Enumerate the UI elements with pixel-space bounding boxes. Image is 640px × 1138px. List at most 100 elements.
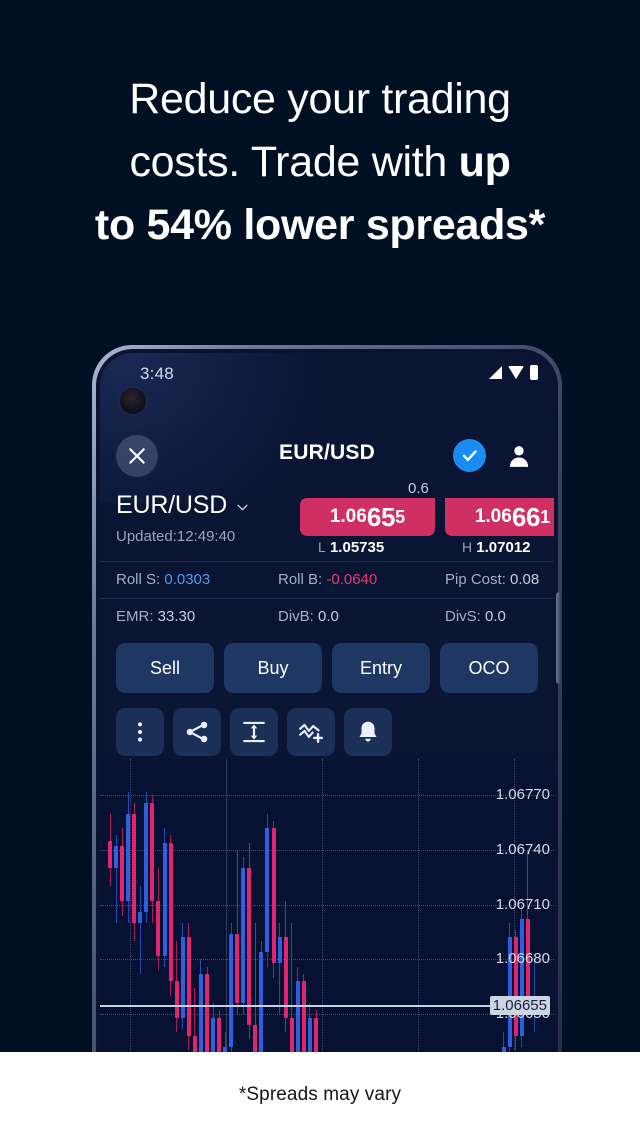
info-cell-divs-value: 0.0 [485,608,506,625]
headline-line-2: costs. Trade with up [0,131,640,194]
signal-icon [489,366,502,379]
instrument-info-rows: Roll S: 0.0303 Roll B: -0.0640 Pip Cost:… [100,561,554,635]
bid-big: 65 [366,501,396,532]
candle-body [174,981,179,1018]
info-cell-emr-value: 33.30 [157,608,196,625]
info-cell-roll-b-value: -0.0640 [326,571,378,588]
chart-axis-label: 1.06770 [495,786,550,804]
info-cell-divs: DivS: 0.0 [445,608,506,625]
info-cell-pip-cost: Pip Cost: 0.08 [445,571,539,588]
candle-wick [139,886,141,974]
chevron-down-icon [237,504,248,511]
candle-body [241,868,246,1003]
headline-line-1: Reduce your trading [0,68,640,131]
phone-side-button[interactable] [556,592,562,684]
check-circle-icon [462,450,477,462]
info-cell-roll-b: Roll B: -0.0640 [278,571,377,588]
info-cell-divb-label: DivB: [278,608,319,625]
info-cell-divb-value: 0.0 [318,608,339,625]
buy-button[interactable]: Buy [224,643,322,693]
bid-prefix: 1.06 [329,506,367,527]
candle-body [186,937,191,1036]
candle-body [277,937,282,963]
info-cell-divb: DivB: 0.0 [278,608,339,625]
share-button[interactable] [173,708,221,756]
day-low-label: L [318,539,326,555]
info-cell-divs-label: DivS: [445,608,486,625]
headline-line-1-text: Reduce your trading [129,75,511,123]
phone-screen: 3:48 EUR/USD EUR/USD Updated:12:49:40 0.… [100,353,554,1052]
updated-timestamp: Updated:12:49:40 [116,528,236,545]
bid-price-button[interactable]: 1.06 65 5 [300,498,435,536]
more-options-button[interactable] [116,708,164,756]
bid-tail: 5 [395,506,406,527]
profile-button[interactable] [502,439,536,473]
day-high: H 1.07012 [462,539,531,556]
candle-body [168,842,173,982]
candle-body [162,842,167,956]
promo-background: Reduce your trading costs. Trade with up… [0,0,640,1052]
ask-tail: 1 [540,506,551,527]
price-alert-button[interactable] [344,708,392,756]
info-cell-pip-cost-value: 0.08 [510,571,540,588]
headline-line-2-plain: costs. Trade with [129,138,459,186]
footer-disclaimer: *Spreads may vary [238,1084,402,1105]
candle-body [313,1017,318,1052]
candle-body [108,840,112,869]
candle-body [144,802,149,912]
candle-body [204,973,209,1052]
candle-body [289,1017,294,1052]
candle-body [120,846,125,902]
trade-action-row: Sell Buy Entry OCO [100,643,554,701]
headline-line-3-bold: to 54% lower spreads* [94,201,546,249]
candle-body [192,1035,197,1052]
day-low: L 1.05735 [318,539,384,556]
entry-button[interactable]: Entry [332,643,430,693]
candle-body [229,933,234,1047]
candle-body [126,813,131,902]
share-icon [186,721,208,743]
add-indicator-button[interactable] [287,708,335,756]
candle-body [114,846,119,869]
candle-body [132,813,137,923]
candle-body [235,933,240,1003]
battery-icon [530,365,538,380]
info-cell-emr: EMR: 33.30 [116,608,195,625]
candle-body [210,1017,215,1052]
pair-selector-label: EUR/USD [116,491,228,519]
chart-axis-label: 1.06710 [495,895,550,913]
candle-body [259,952,264,1052]
sell-button[interactable]: Sell [116,643,214,693]
status-icons [489,365,538,380]
headline-line-3: to 54% lower spreads* [0,194,640,257]
headline-line-2-bold: up [458,138,511,186]
info-cell-roll-s: Roll S: 0.0303 [116,571,210,588]
day-low-value: 1.05735 [329,539,385,556]
last-price-tag: 1.06655 [489,995,550,1015]
app-header: EUR/USD [100,431,554,483]
candle-body [301,981,306,1052]
info-cell-roll-s-value: 0.0303 [164,571,211,588]
info-row: EMR: 33.30 DivB: 0.0 DivS: 0.0 [100,598,554,635]
ask-price-button[interactable]: 1.06 66 1 [445,498,554,536]
page-headline: Reduce your trading costs. Trade with up… [0,68,640,257]
more-vertical-icon [137,722,143,742]
add-indicator-icon [299,723,324,743]
pair-selector[interactable]: EUR/USD [116,491,250,520]
info-cell-emr-label: EMR: [116,608,158,625]
measure-button[interactable] [230,708,278,756]
camera-punch-hole [120,388,146,414]
person-icon [509,446,529,467]
candle-body [253,1024,258,1052]
oco-button[interactable]: OCO [440,643,538,693]
day-high-value: 1.07012 [476,539,531,556]
price-chart[interactable]: 1.067701.067401.067101.066801.066501.066… [100,759,554,1052]
info-cell-roll-b-label: Roll B: [278,571,327,588]
quote-block: EUR/USD Updated:12:49:40 0.6 1.06 65 5 1.0… [100,480,554,561]
status-bar: 3:48 [100,353,554,395]
candle-body [217,1017,221,1052]
status-time: 3:48 [140,364,174,383]
candle-body [307,1017,312,1052]
spread-value: 0.6 [408,480,429,497]
verified-button[interactable] [453,439,486,472]
